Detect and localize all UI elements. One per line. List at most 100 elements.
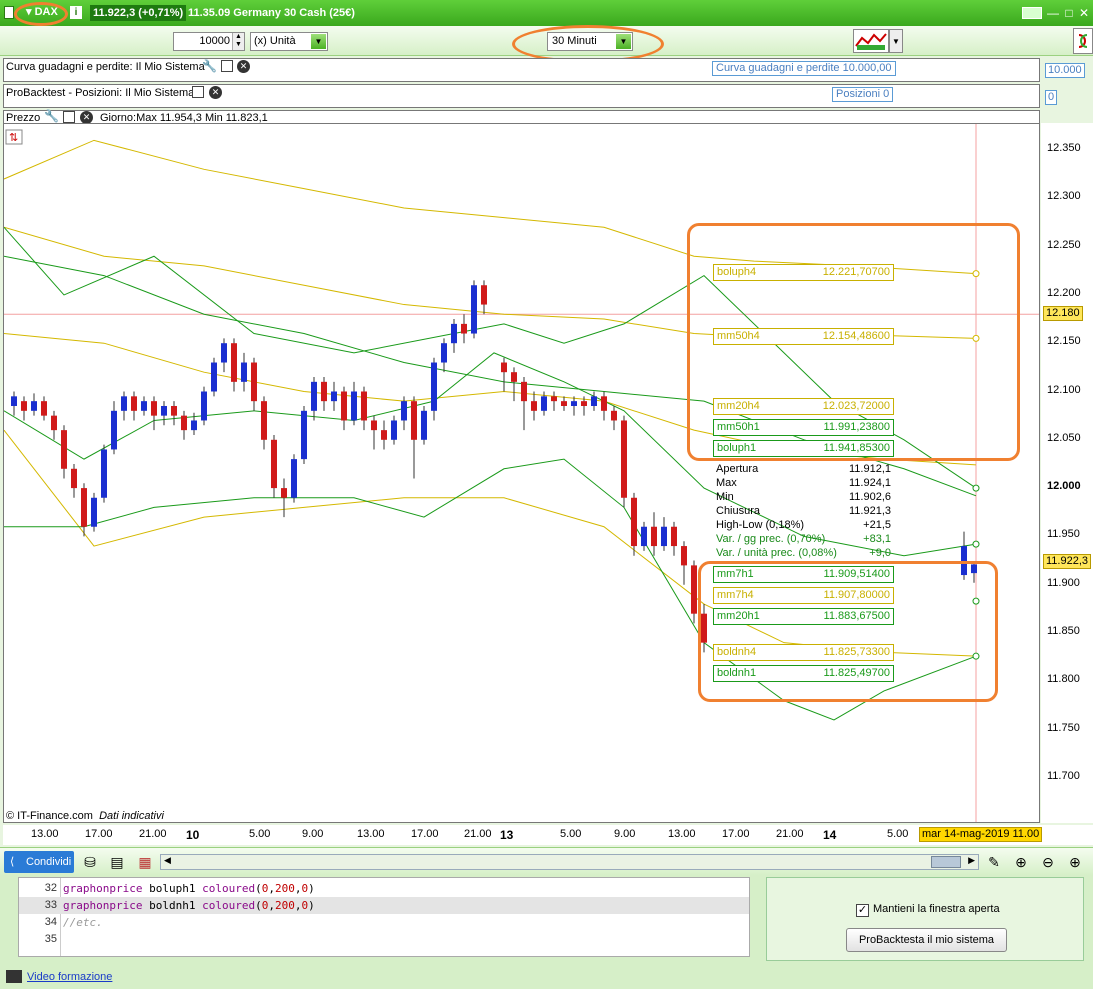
candle-body	[631, 497, 637, 547]
time-axis-label: 13.00	[31, 828, 59, 840]
crosshair-tool-icon[interactable]: ✎	[984, 852, 1004, 872]
share-button[interactable]: ⟨ Condividi	[4, 851, 74, 873]
equity-axis-tag: 10.000	[1045, 63, 1085, 78]
unit-select[interactable]: (x) Unità ▼	[250, 32, 328, 51]
maximize-button[interactable]: □	[1062, 6, 1076, 20]
candle-body	[441, 343, 447, 363]
line-number: 33	[44, 899, 57, 911]
time-axis-label: 5.00	[249, 828, 271, 840]
document-icon[interactable]	[4, 6, 14, 19]
video-training-link[interactable]: Video formazione	[27, 971, 112, 983]
close-icon[interactable]: ✕	[209, 86, 222, 99]
candle-body	[681, 546, 687, 566]
add-indicator-button[interactable]	[853, 29, 889, 53]
refresh-icon[interactable]	[1073, 28, 1093, 54]
marker-price-tag: 12.180	[1043, 306, 1083, 321]
keyboard-icon[interactable]	[1022, 7, 1042, 19]
candle-body	[571, 401, 577, 406]
candle-body	[461, 323, 467, 334]
highlight-top-legend	[687, 223, 1020, 461]
candle-body	[181, 415, 187, 431]
candle-body	[121, 396, 127, 411]
candle-body	[111, 410, 117, 450]
candle-body	[201, 391, 207, 421]
time-axis-label: 21.00	[464, 828, 492, 840]
ohlc-key: Min	[716, 491, 734, 503]
code-line[interactable]: 33 graphonprice boldnh1 coloured(0,200,0)	[19, 897, 749, 914]
window-icon[interactable]	[192, 86, 204, 98]
candle-body	[341, 391, 347, 421]
price-axis-label: 11.700	[1047, 769, 1080, 782]
chart-reset-glyph: ⇅	[9, 132, 18, 144]
candle-body	[271, 439, 277, 489]
candle-body	[11, 396, 17, 406]
code-editor[interactable]: 32 graphonprice boluph1 coloured(0,200,0)…	[18, 877, 750, 957]
ohlc-key: Var. / unità prec. (0,08%)	[716, 547, 837, 559]
price-axis-label: 12.300	[1047, 190, 1081, 203]
time-axis-label: 17.00	[85, 828, 113, 840]
close-button[interactable]: ✕	[1077, 6, 1091, 20]
ohlc-value: 11.921,3	[848, 505, 891, 517]
quantity-input[interactable]: 10000 ▲ ▼	[173, 32, 245, 51]
zoom-out-icon[interactable]: ⊖	[1038, 852, 1058, 872]
candle-body	[231, 343, 237, 382]
wrench-icon[interactable]: 🔧	[202, 59, 217, 73]
info-icon[interactable]: i	[70, 6, 82, 19]
ohlc-row: Apertura 11.912,1	[713, 462, 894, 476]
chevron-down-icon[interactable]: ▼	[311, 34, 326, 49]
ohlc-key: Chiusura	[716, 505, 761, 517]
candle-body	[641, 526, 647, 547]
price-panel-header: Prezzo 🔧 ✕ Giorno:Max 11.954,3 Min 11.82…	[3, 109, 1040, 124]
keep-open-checkbox[interactable]: ✓	[856, 904, 869, 917]
notes-icon[interactable]: ▤	[107, 852, 127, 872]
code-line[interactable]: 35	[19, 931, 749, 948]
minimize-button[interactable]: —	[1046, 6, 1060, 20]
scrollbar-thumb[interactable]	[931, 856, 961, 868]
window-icon[interactable]	[63, 111, 75, 123]
ohlc-row: Var. / gg prec. (0,70%) +83,1	[713, 532, 894, 546]
price-axis-label: 11.950	[1047, 528, 1080, 541]
code-line[interactable]: 32 graphonprice boluph1 coloured(0,200,0)	[19, 880, 749, 897]
line-end-marker	[972, 540, 980, 548]
zoom-fit-icon[interactable]: ⊕	[1011, 852, 1031, 872]
candle-body	[51, 415, 57, 431]
quantity-stepper[interactable]: ▲ ▼	[232, 33, 244, 50]
window-icon[interactable]	[221, 60, 233, 72]
ohlc-value: 11.912,1	[848, 463, 891, 475]
current-price-tag: 11.922,3	[1043, 554, 1092, 569]
ohlc-value: +9,0	[869, 547, 891, 559]
ohlc-row: Max 11.924,1	[713, 476, 894, 490]
candle-body	[101, 449, 107, 498]
candle-body	[501, 362, 507, 373]
ohlc-key: Max	[716, 477, 737, 489]
film-icon	[6, 970, 22, 983]
wrench-icon[interactable]: 🔧	[44, 109, 59, 123]
time-axis-label: 5.00	[560, 828, 582, 840]
candle-body	[81, 488, 87, 527]
line-number: 32	[44, 882, 57, 894]
candle-body	[551, 396, 557, 402]
candle-body	[581, 401, 587, 406]
candle-body	[671, 526, 677, 547]
chevron-down-icon[interactable]: ▼	[889, 29, 903, 53]
time-axis-label: 9.00	[614, 828, 636, 840]
ohlc-key: Var. / gg prec. (0,70%)	[716, 533, 826, 545]
candle-body	[301, 410, 307, 460]
time-axis[interactable]: mar 14-mag-2019 11.00 13.00 17.00 21.00 10 5…	[3, 825, 1093, 845]
candle-body	[561, 401, 567, 406]
price-axis[interactable]: 12.350 12.300 12.250 12.200 12.150 12.100 12.0…	[1041, 123, 1093, 823]
ohlc-row: Chiusura 11.921,3	[713, 504, 894, 518]
grid-icon[interactable]: ▦	[135, 852, 155, 872]
price-axis-label: 12.100	[1047, 383, 1081, 396]
run-backtest-button[interactable]: ProBacktesta il mio sistema	[846, 928, 1007, 952]
price-axis-label: 12.150	[1047, 335, 1081, 348]
chart-scrollbar[interactable]: ◀ ▶	[160, 854, 979, 870]
close-icon[interactable]: ✕	[237, 60, 250, 73]
candle-style-icon[interactable]: ⛁	[80, 852, 100, 872]
zoom-in-icon[interactable]: ⊕	[1065, 852, 1085, 872]
scroll-left-icon[interactable]: ◀	[164, 855, 171, 866]
candle-body	[311, 381, 317, 411]
ohlc-row: Min 11.902,6	[713, 490, 894, 504]
code-line[interactable]: 34 //etc.	[19, 914, 749, 931]
scroll-right-icon[interactable]: ▶	[968, 855, 975, 866]
